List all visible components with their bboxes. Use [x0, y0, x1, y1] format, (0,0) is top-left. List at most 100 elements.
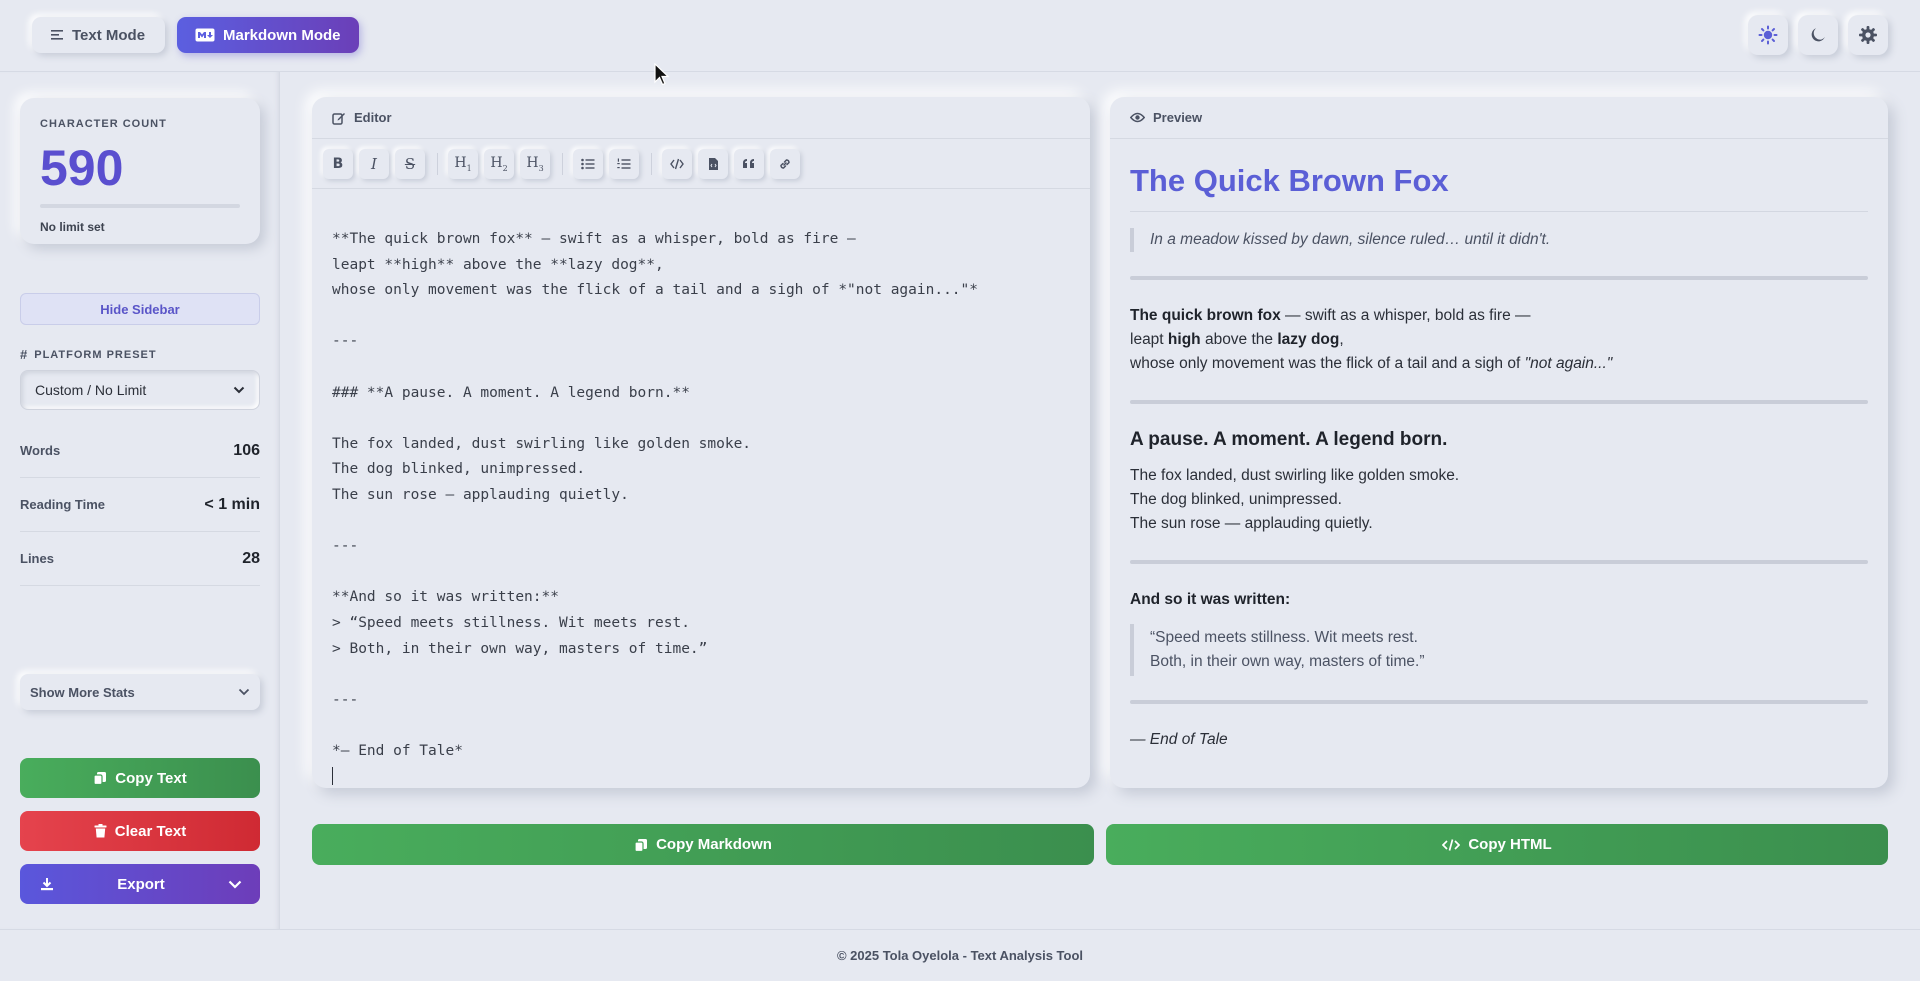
light-theme-button[interactable]	[1748, 15, 1788, 55]
chevron-down-icon[interactable]	[228, 880, 242, 889]
bold-icon: B	[332, 155, 344, 172]
horizontal-rule	[1130, 560, 1868, 564]
stat-name: Words	[20, 443, 61, 458]
text-mode-button[interactable]: Text Mode	[32, 17, 165, 53]
character-count-card: CHARACTER COUNT 590 No limit set	[20, 98, 260, 244]
horizontal-rule	[1130, 700, 1868, 704]
numbered-list-button[interactable]	[609, 148, 639, 179]
code-button[interactable]	[662, 148, 692, 179]
preview-paragraph: The quick brown fox — swift as a whisper…	[1130, 304, 1868, 376]
character-limit-progress	[40, 204, 240, 208]
italic-icon: I	[371, 154, 377, 173]
export-button[interactable]: Export	[20, 864, 260, 904]
mouse-cursor-icon	[654, 63, 670, 86]
bold-text: The quick brown fox	[1130, 307, 1281, 324]
preview-blockquote: “Speed meets stillness. Wit meets rest. …	[1130, 624, 1868, 676]
editor-panel: Editor B I S H1 H2 H3 **The quick brown …	[312, 97, 1090, 788]
code-icon	[670, 158, 684, 169]
quote-icon	[743, 159, 754, 168]
italic-text: "not again..."	[1524, 355, 1613, 372]
heading-3-icon: H3	[526, 154, 544, 173]
preview-header: Preview	[1110, 97, 1888, 139]
show-more-stats-label: Show More Stats	[30, 684, 135, 700]
hide-sidebar-button[interactable]: Hide Sidebar	[20, 293, 260, 325]
stat-value: < 1 min	[204, 495, 260, 513]
strikethrough-button[interactable]: S	[395, 148, 425, 179]
platform-preset-heading: # PLATFORM PRESET	[20, 347, 157, 362]
text-span: above the	[1200, 331, 1278, 348]
text-span: leapt	[1130, 331, 1168, 348]
bold-button[interactable]: B	[323, 148, 353, 179]
platform-preset-value: Custom / No Limit	[35, 382, 147, 398]
quote-button[interactable]	[734, 148, 764, 179]
settings-button[interactable]	[1848, 15, 1888, 55]
top-bar: Text Mode Markdown Mode	[0, 0, 1920, 72]
bullet-list-button[interactable]	[573, 148, 603, 179]
clear-text-label: Clear Text	[114, 822, 187, 840]
markdown-editor-textarea[interactable]: **The quick brown fox** — swift as a whi…	[312, 189, 1090, 788]
platform-preset-label: PLATFORM PRESET	[34, 348, 157, 361]
copy-html-label: Copy HTML	[1468, 836, 1552, 853]
link-icon	[780, 158, 790, 169]
text-line: The dog blinked, unimpressed.	[1130, 491, 1342, 508]
copy-text-label: Copy Text	[115, 769, 187, 787]
platform-preset-select[interactable]: Custom / No Limit	[20, 370, 260, 410]
clear-text-button[interactable]: Clear Text	[20, 811, 260, 851]
editor-content: **The quick brown fox** — swift as a whi…	[332, 231, 979, 759]
text-span: whose only movement was the flick of a t…	[1130, 355, 1525, 372]
stat-words: Words 106	[20, 424, 260, 478]
horizontal-rule	[1130, 276, 1868, 280]
edit-icon	[332, 112, 345, 125]
toolbar-divider	[437, 152, 438, 175]
sidebar: CHARACTER COUNT 590 No limit set Hide Si…	[0, 72, 280, 929]
markdown-mode-button[interactable]: Markdown Mode	[177, 17, 359, 53]
stat-reading-time: Reading Time < 1 min	[20, 478, 260, 532]
markdown-mode-label: Markdown Mode	[223, 26, 341, 44]
quote-line: Both, in their own way, masters of time.…	[1150, 653, 1425, 670]
link-button[interactable]	[770, 148, 800, 179]
stat-name: Reading Time	[20, 497, 106, 512]
limit-note: No limit set	[40, 220, 105, 234]
chevron-down-icon	[233, 386, 245, 394]
quote-line: “Speed meets stillness. Wit meets rest.	[1150, 629, 1418, 646]
copy-html-button[interactable]: Copy HTML	[1106, 824, 1888, 865]
eye-icon	[1130, 112, 1145, 123]
copy-markdown-button[interactable]: Copy Markdown	[312, 824, 1094, 865]
moon-icon	[1811, 28, 1825, 42]
italic-button[interactable]: I	[359, 148, 389, 179]
code-block-button[interactable]	[698, 148, 728, 179]
sun-icon	[1758, 25, 1778, 45]
stat-value: 106	[233, 441, 260, 459]
dark-theme-button[interactable]	[1798, 15, 1838, 55]
formatting-toolbar: B I S H1 H2 H3	[312, 139, 1090, 189]
horizontal-rule	[1130, 400, 1868, 404]
footer-text: © 2025 Tola Oyelola - Text Analysis Tool	[836, 948, 1084, 963]
download-icon	[41, 878, 53, 891]
preview-bold-heading: And so it was written:	[1130, 591, 1291, 608]
toolbar-divider	[651, 152, 652, 175]
code-icon	[1442, 838, 1461, 851]
heading-2-button[interactable]: H2	[484, 148, 514, 179]
stat-name: Lines	[20, 551, 54, 566]
copy-icon	[93, 772, 107, 785]
stat-lines: Lines 28	[20, 532, 260, 586]
preview-heading-3: A pause. A moment. A legend born.	[1130, 429, 1448, 450]
footer: © 2025 Tola Oyelola - Text Analysis Tool	[0, 929, 1920, 981]
copy-markdown-label: Copy Markdown	[656, 836, 772, 853]
copy-text-button[interactable]: Copy Text	[20, 758, 260, 798]
text-mode-label: Text Mode	[72, 26, 146, 44]
show-more-stats-button[interactable]: Show More Stats	[20, 674, 260, 710]
text-caret	[332, 767, 333, 786]
text-span: ,	[1339, 331, 1344, 348]
heading-2-icon: H2	[490, 154, 508, 173]
numbered-list-icon	[617, 158, 631, 169]
strikethrough-icon: S	[404, 154, 416, 173]
editor-header: Editor	[312, 97, 1090, 139]
stat-value: 28	[242, 549, 260, 567]
heading-1-button[interactable]: H1	[448, 148, 478, 179]
preview-end-text: — End of Tale	[1130, 731, 1228, 748]
character-count-label: CHARACTER COUNT	[40, 118, 167, 130]
heading-3-button[interactable]: H3	[520, 148, 550, 179]
preview-title: Preview	[1153, 110, 1203, 125]
chevron-down-icon	[238, 688, 250, 696]
